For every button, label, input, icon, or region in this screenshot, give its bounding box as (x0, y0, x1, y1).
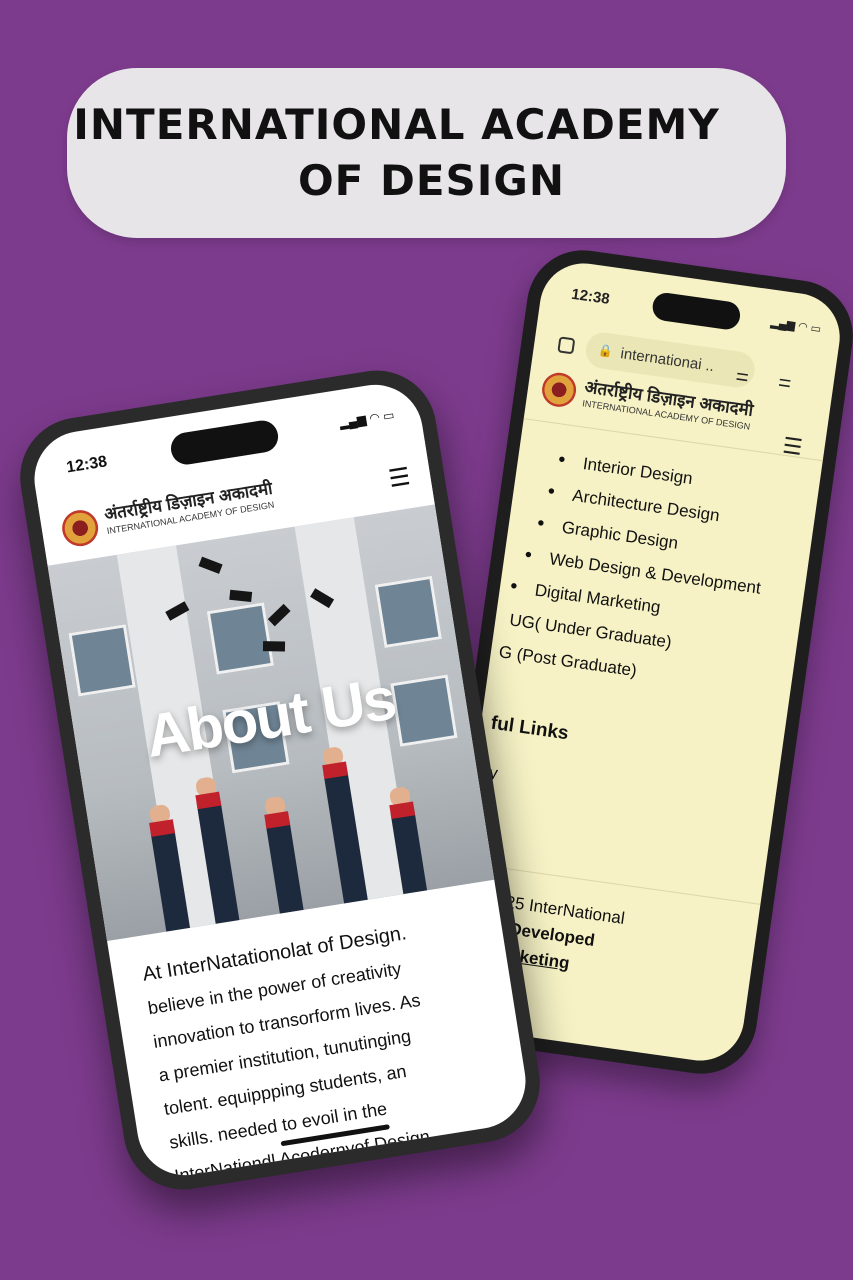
building-window (68, 624, 136, 697)
about-text: At InterNatationolat of Design. believe … (140, 905, 511, 1182)
signal-icon: ▂▄▆ (338, 412, 368, 431)
hero-image: About Us (47, 504, 495, 942)
battery-icon: ▭ (381, 407, 396, 424)
status-icons: ▂▄▆ ◠ ▭ (770, 316, 822, 336)
raised-arm (263, 795, 304, 914)
wifi-icon: ◠ (797, 320, 809, 334)
title-line-1: INTERNATIONAL ACADEMY (73, 100, 720, 149)
title-line-2: OF DESIGN (297, 156, 566, 205)
dynamic-island (168, 418, 281, 467)
front-phone-screen: 12:38 ▂▄▆ ◠ ▭ अंतर्राष्ट्रीय डिज़ाइन अका… (27, 377, 533, 1183)
building-window (206, 602, 275, 675)
wifi-icon: ◠ (368, 410, 381, 426)
logo-emblem-icon[interactable] (59, 507, 101, 549)
hamburger-menu-icon[interactable]: ☰ (387, 462, 413, 494)
dynamic-island (650, 291, 742, 332)
url-text: internationai .. (619, 344, 716, 375)
lock-icon: 🔒 (597, 342, 614, 359)
logo-emblem-icon[interactable] (539, 370, 579, 410)
graduation-cap (229, 589, 253, 603)
title-banner: INTERNATIONAL ACADEMY OF DESIGN (67, 68, 786, 238)
hamburger-menu-icon[interactable]: ☰ (781, 433, 804, 461)
building-window (374, 575, 442, 649)
front-phone: 12:38 ▂▄▆ ◠ ▭ अंतर्राष्ट्रीय डिज़ाइन अका… (11, 361, 549, 1199)
tabs-icon[interactable] (557, 336, 576, 355)
status-time: 12:38 (65, 453, 109, 477)
graduation-cap (262, 641, 286, 652)
course-menu: Interior Design Architecture Design Grap… (498, 441, 820, 709)
signal-icon: ▂▄▆ (769, 316, 796, 332)
graduation-cap (267, 603, 291, 627)
status-time: 12:38 (570, 285, 611, 308)
graduation-cap (198, 556, 223, 574)
status-icons: ▂▄▆ ◠ ▭ (338, 408, 395, 431)
battery-icon: ▭ (809, 322, 822, 336)
useful-links-heading: ful Links (489, 712, 570, 745)
